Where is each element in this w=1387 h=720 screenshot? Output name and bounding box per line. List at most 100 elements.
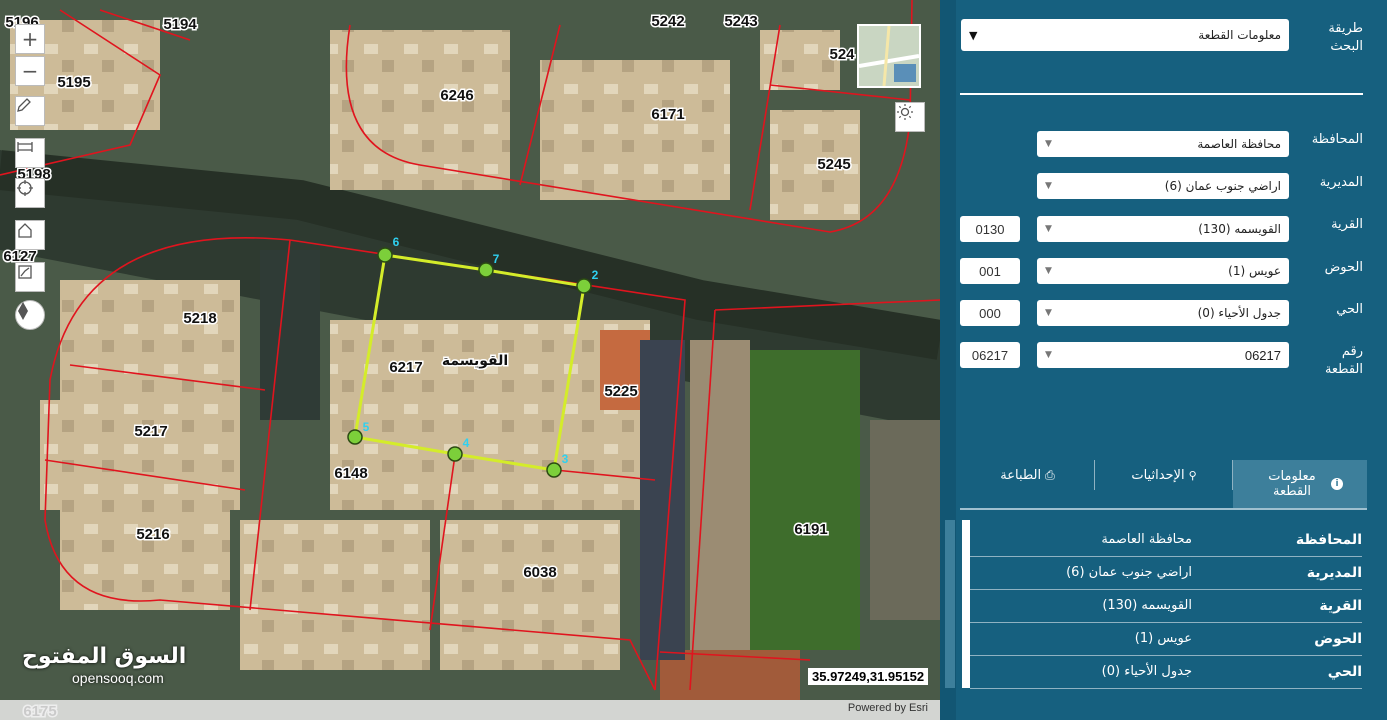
parcel-number-label: 6148: [334, 465, 367, 482]
parcel-label: رقم القطعة: [1324, 344, 1363, 377]
info-row-key: المحافظة: [1295, 532, 1362, 548]
zoom-out-button[interactable]: −: [15, 56, 45, 86]
compass-button[interactable]: [15, 300, 45, 330]
vertex-number-label: 4: [463, 436, 470, 450]
home-button[interactable]: [15, 220, 45, 250]
vertex-number-label: 3: [562, 452, 569, 466]
measure-button[interactable]: [15, 138, 45, 168]
scrollbar-track[interactable]: [945, 520, 955, 688]
info-row-value: جدول الأحياء (0): [1101, 664, 1192, 679]
info-row: المحافظة محافظة العاصمة: [970, 524, 1362, 557]
chevron-down-icon: ▼: [1045, 224, 1052, 234]
village-value: القويسمه (130): [1198, 222, 1281, 236]
parcel-number-label: 5195: [57, 74, 90, 91]
info-row-key: الحوض: [1314, 631, 1362, 647]
basin-code-field[interactable]: 001: [960, 258, 1020, 284]
crosshair-icon: [17, 180, 33, 196]
parcel-number-label: 5245: [817, 156, 850, 173]
parcel-number-label: 6171: [651, 106, 684, 123]
village-code-field[interactable]: 0130: [960, 216, 1020, 242]
home-icon: [18, 223, 32, 238]
opensooq-logo: السوق المفتوح opensooq.com: [22, 644, 186, 686]
compass-icon: [18, 302, 28, 320]
info-row-key: الحي: [1327, 664, 1362, 680]
search-method-value: معلومات القطعة: [1198, 28, 1281, 42]
map-view[interactable]: 672345 5196 5194 5195 5198 6127 5242 5243 524 62…: [0, 0, 940, 720]
directorate-value: اراضي جنوب عمان (6): [1164, 179, 1281, 193]
plus-icon: +: [21, 27, 39, 51]
parcel-number-label: 6217: [389, 359, 422, 376]
coordinates-readout: 35.97249,31.95152: [808, 668, 929, 685]
printer-icon: ⎙: [1045, 467, 1055, 482]
tab-print[interactable]: ⎙ الطباعة: [960, 460, 1095, 490]
vertex-number-label: 5: [363, 420, 370, 434]
basin-select[interactable]: عويس (1) ▼: [1037, 258, 1289, 284]
search-method-select[interactable]: معلومات القطعة ▼: [961, 19, 1289, 51]
esri-attribution: Powered by Esri: [847, 702, 928, 714]
village-select[interactable]: القويسمه (130) ▼: [1037, 216, 1289, 242]
info-row: الحوض عويس (1): [970, 623, 1362, 656]
tab-print-label: الطباعة: [1000, 467, 1042, 483]
parcel-code-field[interactable]: 06217: [960, 342, 1020, 368]
basemap-toggle[interactable]: [857, 24, 921, 88]
tab-parcel-info[interactable]: i معلومات القطعة: [1233, 460, 1367, 508]
tab-separator: [1232, 460, 1233, 490]
minus-icon: −: [21, 59, 39, 83]
vertex-number-label: 2: [592, 268, 599, 282]
info-row-key: المديرية: [1306, 565, 1362, 581]
village-label: القرية: [1331, 217, 1363, 232]
logo-english: opensooq.com: [72, 670, 164, 686]
parcel-number-label: 6246: [440, 87, 473, 104]
info-row-value: القويسمه (130): [1102, 598, 1192, 613]
basin-label: الحوض: [1324, 260, 1363, 275]
parcel-number-label: 5216: [136, 526, 169, 543]
tab-coordinates-label: الإحداثيات: [1131, 467, 1185, 483]
pencil-icon: [17, 98, 31, 112]
directorate-select[interactable]: اراضي جنوب عمان (6) ▼: [1037, 173, 1289, 199]
info-row-value: اراضي جنوب عمان (6): [1066, 565, 1192, 580]
governorate-select[interactable]: محافظة العاصمة ▼: [1037, 131, 1289, 157]
search-method-label: طريقة البحث: [1328, 21, 1363, 54]
draw-button[interactable]: [15, 96, 45, 126]
place-label: القويسمة: [442, 353, 508, 369]
tabs-underline: [960, 508, 1367, 510]
brightness-button[interactable]: [895, 102, 925, 132]
search-panel: طريقة البحث معلومات القطعة ▼ المحافظة مح…: [940, 0, 1387, 720]
directorate-label: المديرية: [1319, 175, 1363, 190]
parcel-number-label: 6191: [794, 521, 827, 538]
chart-icon: [18, 265, 32, 279]
chevron-down-icon: ▼: [969, 28, 978, 42]
locate-button[interactable]: [15, 178, 45, 208]
chevron-down-icon: ▼: [1045, 266, 1052, 276]
basin-value: عويس (1): [1228, 264, 1281, 278]
map-canvas[interactable]: 672345 5196 51945195519861275242 524352462…: [0, 0, 940, 720]
district-select[interactable]: جدول الأحياء (0) ▼: [1037, 300, 1289, 326]
scrollbar-thumb[interactable]: [962, 520, 970, 688]
parcel-number-label: 5242: [651, 13, 684, 30]
logo-arabic: السوق المفتوح: [22, 644, 187, 669]
parcel-number-label: 5194: [163, 16, 197, 33]
parcel-number-label: 5217: [134, 423, 167, 440]
district-value: جدول الأحياء (0): [1197, 306, 1281, 320]
attribution-bar: Powered by Esri: [0, 700, 940, 720]
info-row: المديرية اراضي جنوب عمان (6): [970, 557, 1362, 590]
basemap-thumbnail-icon: [859, 26, 919, 86]
parcel-select[interactable]: 06217 ▼: [1037, 342, 1289, 368]
layers-button[interactable]: [15, 262, 45, 292]
chevron-down-icon: ▼: [1045, 181, 1052, 191]
governorate-value: محافظة العاصمة: [1197, 137, 1281, 151]
zoom-in-button[interactable]: +: [15, 24, 45, 54]
district-code-field[interactable]: 000: [960, 300, 1020, 326]
info-icon: i: [1331, 478, 1343, 490]
vertex-number-label: 6: [393, 235, 400, 249]
info-row-value: عويس (1): [1134, 631, 1192, 646]
chevron-down-icon: ▼: [1045, 308, 1052, 318]
parcel-number-label: 524: [829, 46, 855, 63]
tab-coordinates[interactable]: ⚲ الإحداثيات: [1096, 460, 1232, 490]
governorate-label: المحافظة: [1311, 132, 1363, 147]
vertex-number-label: 7: [493, 252, 500, 266]
parcel-number-label: 5243: [724, 13, 757, 30]
pin-icon: ⚲: [1188, 468, 1197, 482]
info-row: الحي جدول الأحياء (0): [970, 656, 1362, 689]
section-divider: [960, 93, 1363, 95]
